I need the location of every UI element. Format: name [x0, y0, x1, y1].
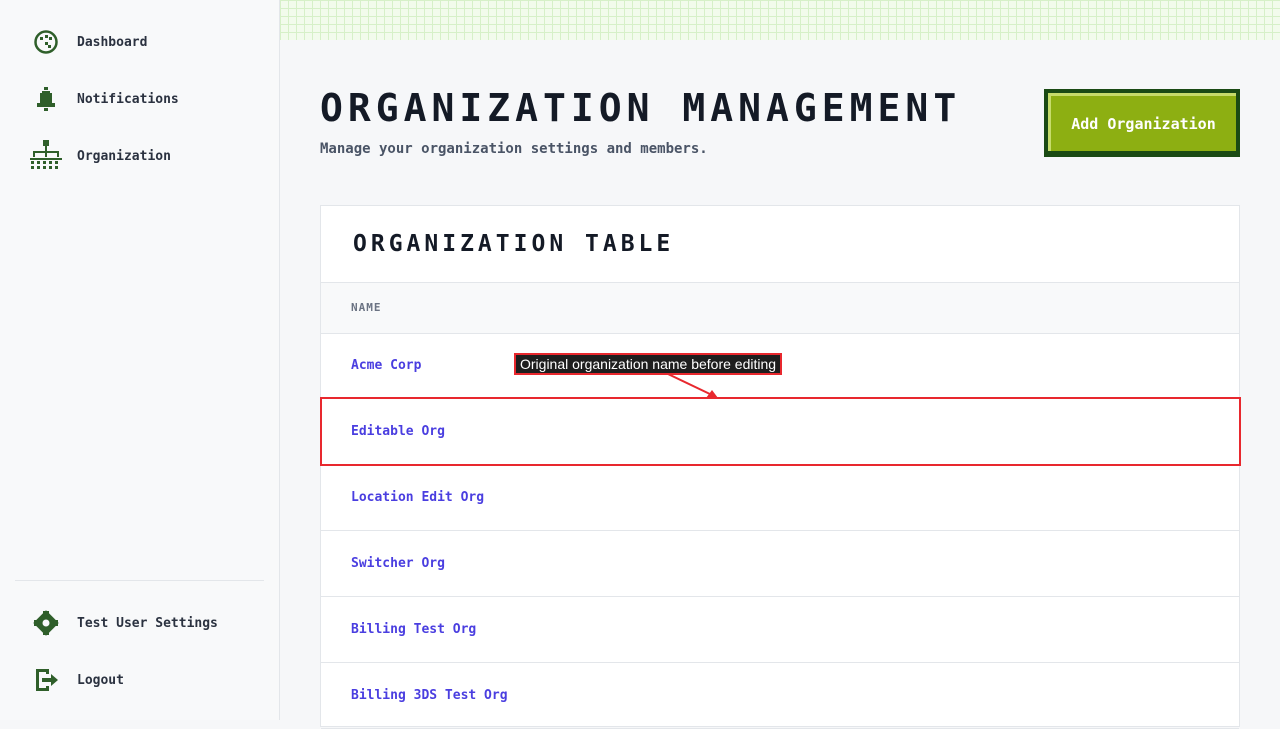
organization-name-link[interactable]: Editable Org [351, 424, 445, 439]
header-grid-pattern [280, 0, 1280, 40]
table-row[interactable]: Billing 3DS Test Org [321, 663, 1239, 729]
sidebar-item-dashboard[interactable]: Dashboard [28, 26, 147, 58]
gear-icon [28, 607, 64, 639]
logout-icon [28, 664, 64, 696]
sidebar-divider [15, 580, 264, 581]
table-row[interactable]: Location Edit Org [321, 465, 1239, 531]
organization-name-link[interactable]: Billing Test Org [351, 622, 476, 637]
annotation-callout: Original organization name before editin… [514, 353, 783, 375]
sidebar-item-logout[interactable]: Logout [28, 664, 124, 696]
sidebar-item-label: Logout [77, 672, 124, 688]
table-row[interactable]: Switcher Org [321, 531, 1239, 597]
organization-name-link[interactable]: Acme Corp [351, 358, 421, 373]
add-organization-button[interactable]: Add Organization [1044, 89, 1240, 157]
table-title: ORGANIZATION TABLE [353, 231, 675, 257]
sidebar-item-label: Notifications [77, 91, 179, 107]
sidebar-item-notifications[interactable]: Notifications [28, 83, 179, 115]
sidebar-item-label: Dashboard [77, 34, 148, 50]
organization-name-link[interactable]: Location Edit Org [351, 490, 484, 505]
add-organization-button-label: Add Organization [1048, 93, 1236, 151]
table-row[interactable]: Editable Org [321, 399, 1239, 465]
organization-table-card: ORGANIZATION TABLE NAME Acme Corp Editab… [320, 205, 1240, 729]
annotation-arrow-icon [667, 373, 718, 398]
sidebar-item-organization[interactable]: Organization [28, 140, 171, 172]
sidebar-item-settings[interactable]: Test User Settings [28, 607, 218, 639]
column-header-name: NAME [351, 301, 382, 314]
organization-name-link[interactable]: Switcher Org [351, 556, 445, 571]
organization-name-link[interactable]: Billing 3DS Test Org [351, 688, 508, 703]
bell-icon [28, 83, 64, 115]
dashboard-icon [28, 26, 64, 58]
table-row[interactable]: Billing Test Org [321, 597, 1239, 663]
page-title: ORGANIZATION MANAGEMENT [320, 86, 962, 130]
org-chart-icon [28, 140, 64, 172]
page-subtitle: Manage your organization settings and me… [320, 141, 708, 157]
sidebar-item-label: Organization [77, 148, 171, 164]
sidebar-item-label: Test User Settings [77, 615, 218, 631]
table-header-row: NAME [321, 282, 1239, 334]
sidebar: Dashboard Notifications Organization Tes… [0, 0, 280, 720]
